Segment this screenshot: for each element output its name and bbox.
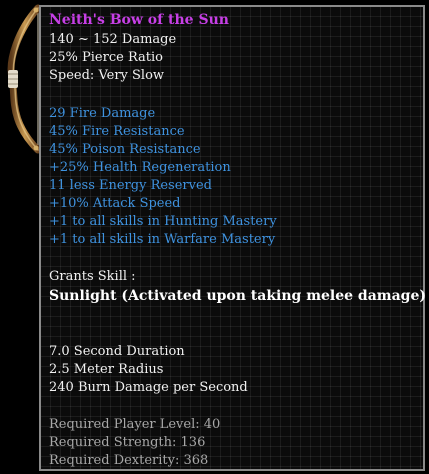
skill-name: Sunlight (Activated upon taking melee da… <box>49 288 427 304</box>
item-name: Neith's Bow of the Sun <box>49 12 229 28</box>
bonus-line: 45% Poison Resistance <box>49 142 201 157</box>
skill-stat-duration: 7.0 Second Duration <box>49 344 185 359</box>
item-tooltip: Neith's Bow of the Sun 140 ~ 152 Damage … <box>39 5 427 471</box>
bonus-line: 45% Fire Resistance <box>49 124 185 139</box>
bonus-line: 29 Fire Damage <box>49 106 156 121</box>
requirement-strength: Required Strength: 136 <box>49 435 206 450</box>
bonus-line: +1 to all skills in Hunting Mastery <box>49 214 277 229</box>
grants-skill-label: Grants Skill : <box>49 269 136 284</box>
bonus-line: +25% Health Regeneration <box>49 160 231 175</box>
bonus-line: +1 to all skills in Warfare Mastery <box>49 232 276 247</box>
base-stat-damage: 140 ~ 152 Damage <box>49 32 177 47</box>
base-stat-speed: Speed: Very Slow <box>49 68 165 83</box>
base-stat-pierce: 25% Pierce Ratio <box>49 50 163 65</box>
skill-stat-radius: 2.5 Meter Radius <box>49 362 164 377</box>
skill-stat-burn: 240 Burn Damage per Second <box>49 380 248 395</box>
requirement-dexterity: Required Dexterity: 368 <box>49 453 209 468</box>
game-screen: Neith's Bow of the Sun 140 ~ 152 Damage … <box>0 0 429 474</box>
bonus-line: +10% Attack Speed <box>49 196 181 211</box>
bonus-line: 11 less Energy Reserved <box>49 178 212 193</box>
requirement-level: Required Player Level: 40 <box>49 417 221 432</box>
